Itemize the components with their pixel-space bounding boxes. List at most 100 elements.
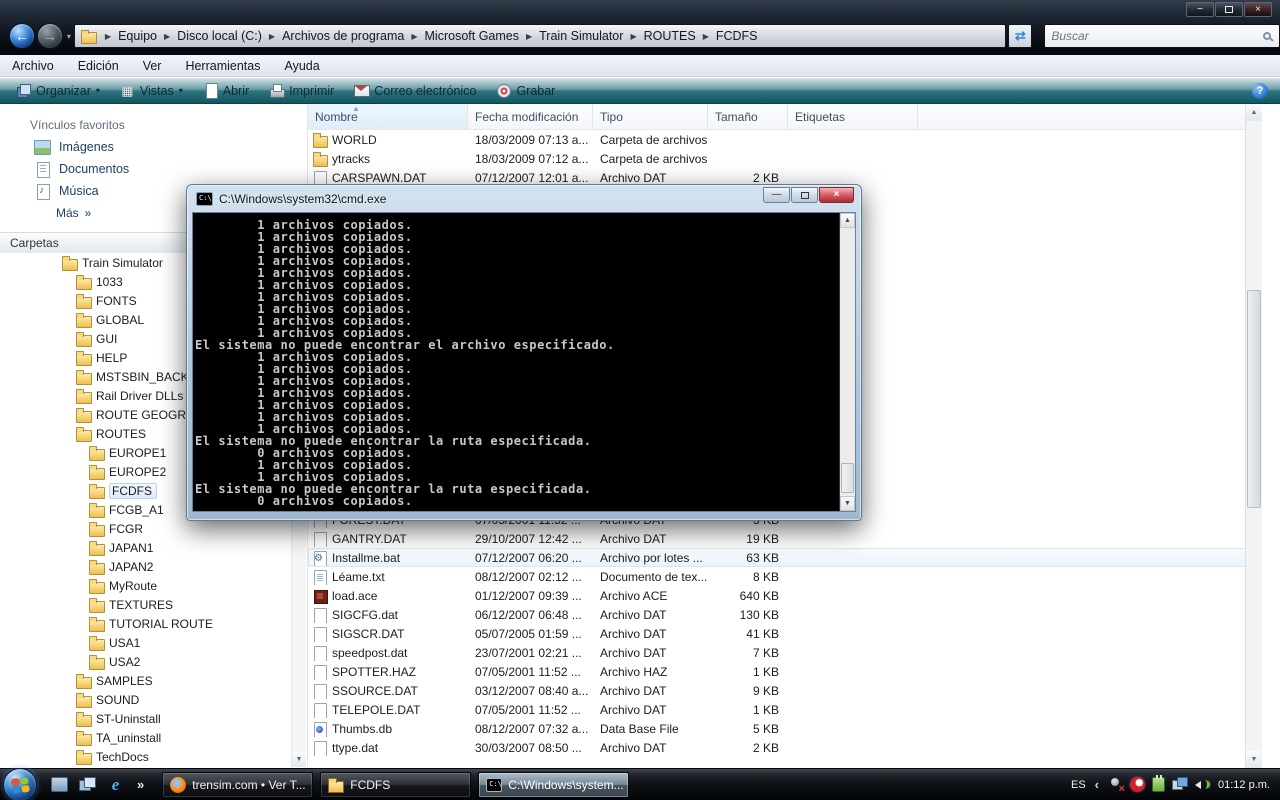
cmd-close-button[interactable]: ×	[819, 187, 854, 203]
tray-icon[interactable]	[1130, 777, 1145, 792]
toolbar-button[interactable]: Imprimir ▾	[259, 80, 344, 102]
table-row[interactable]: SIGSCR.DAT 05/07/2005 01:59 ... Archivo …	[308, 624, 1262, 643]
search-input[interactable]	[1051, 29, 1263, 43]
tree-item[interactable]: TEXTURES	[0, 595, 290, 614]
minimize-button[interactable]: −	[1186, 2, 1214, 17]
breadcrumb[interactable]: ▶ Equipo ▶ Disco local (C:) ▶ Archivos d…	[74, 24, 1006, 48]
quick-launch-icon[interactable]	[79, 777, 96, 792]
tree-item[interactable]: JAPAN2	[0, 557, 290, 576]
tree-item[interactable]: SAMPLES	[0, 671, 290, 690]
tree-item[interactable]: JAPAN1	[0, 538, 290, 557]
toolbar-button[interactable]: Grabar ▾	[486, 80, 565, 102]
tree-item[interactable]: TA_uninstall	[0, 728, 290, 747]
toolbar-button[interactable]: Organizar ▾	[6, 80, 110, 102]
breadcrumb-item[interactable]: ▶ ROUTES	[623, 29, 695, 43]
menu-item[interactable]: Ayuda	[272, 55, 331, 76]
history-dropdown-icon[interactable]: ▾	[67, 32, 71, 41]
scroll-down-icon[interactable]: ▼	[1246, 751, 1262, 768]
scrollbar-thumb[interactable]	[841, 463, 854, 493]
breadcrumb-item[interactable]: ▶ Archivos de programa	[262, 29, 404, 43]
column-header-name[interactable]: ▲ Nombre	[308, 104, 468, 129]
menu-item[interactable]: Ver	[131, 55, 174, 76]
table-row[interactable]: Installme.bat 07/12/2007 06:20 ... Archi…	[308, 548, 1262, 567]
taskbar-button[interactable]: C:\Windows\system...	[478, 772, 629, 798]
search-icon[interactable]	[1263, 32, 1271, 40]
folder-icon	[89, 598, 104, 611]
breadcrumb-item[interactable]: ▶ Equipo	[98, 29, 157, 43]
column-header-type[interactable]: Tipo	[593, 104, 708, 129]
table-row[interactable]: SIGCFG.dat 06/12/2007 06:48 ... Archivo …	[308, 605, 1262, 624]
tree-item[interactable]: MyRoute	[0, 576, 290, 595]
list-scrollbar[interactable]: ▲ ▼	[1245, 104, 1262, 768]
cmd-titlebar[interactable]: C:\Windows\system32\cmd.exe — ×	[192, 185, 856, 212]
back-button[interactable]: ←	[9, 23, 35, 49]
maximize-button[interactable]	[1215, 2, 1243, 17]
start-button[interactable]	[3, 768, 37, 800]
tree-item[interactable]: USA2	[0, 652, 290, 671]
tray-icon[interactable]	[1152, 777, 1165, 792]
refresh-button[interactable]: ⇄	[1008, 24, 1032, 48]
chevron-overflow-icon[interactable]: »	[137, 777, 144, 792]
table-row[interactable]: speedpost.dat 23/07/2001 02:21 ... Archi…	[308, 643, 1262, 662]
quick-launch-icon[interactable]	[107, 777, 124, 792]
file-type: Archivo DAT	[593, 741, 708, 755]
tray-icon[interactable]	[1108, 777, 1123, 792]
file-icon	[312, 550, 328, 566]
language-indicator[interactable]: ES	[1071, 779, 1086, 791]
table-row[interactable]: GANTRY.DAT 29/10/2007 12:42 ... Archivo …	[308, 529, 1262, 548]
breadcrumb-item[interactable]: ▶ Microsoft Games	[404, 29, 519, 43]
chevron-collapse-icon[interactable]: ‹	[1095, 777, 1099, 792]
taskbar: » trensim.com • Ver T... FCDFS C:\Window…	[0, 768, 1280, 800]
breadcrumb-item[interactable]: ▶ Train Simulator	[519, 29, 623, 43]
scroll-down-icon[interactable]: ▼	[292, 752, 306, 767]
console-scrollbar[interactable]: ▲ ▼	[839, 213, 855, 511]
column-header-date[interactable]: Fecha modificación	[468, 104, 593, 129]
quick-launch-icon[interactable]	[51, 777, 68, 792]
tree-item[interactable]: TUTORIAL ROUTE	[0, 614, 290, 633]
tree-item[interactable]: SOUND	[0, 690, 290, 709]
tree-item[interactable]: FCGR	[0, 519, 290, 538]
menu-item[interactable]: Herramientas	[173, 55, 272, 76]
table-row[interactable]: ttype.dat 30/03/2007 08:50 ... Archivo D…	[308, 738, 1262, 757]
menu-item[interactable]: Edición	[66, 55, 131, 76]
breadcrumb-item[interactable]: ▶ Disco local (C:)	[157, 29, 262, 43]
scroll-up-icon[interactable]: ▲	[1246, 104, 1262, 121]
table-row[interactable]: Thumbs.db 08/12/2007 07:32 a... Data Bas…	[308, 719, 1262, 738]
cmd-minimize-button[interactable]: —	[763, 187, 790, 203]
favorite-link[interactable]: Documentos	[0, 158, 307, 180]
table-row[interactable]: SPOTTER.HAZ 07/05/2001 11:52 ... Archivo…	[308, 662, 1262, 681]
table-row[interactable]: Léame.txt 08/12/2007 02:12 ... Documento…	[308, 567, 1262, 586]
taskbar-button[interactable]: trensim.com • Ver T...	[162, 772, 313, 798]
toolbar-button[interactable]: Vistas ▾	[110, 80, 193, 102]
cmd-maximize-button[interactable]	[791, 187, 818, 203]
help-button[interactable]: ?	[1252, 83, 1268, 99]
breadcrumb-separator-icon: ▶	[262, 32, 282, 41]
tree-item[interactable]: TechDocs	[0, 747, 290, 766]
console[interactable]: 1 archivos copiados. 1 archivos copiados…	[192, 212, 856, 512]
taskbar-clock[interactable]: 01:12 p.m.	[1218, 779, 1270, 791]
toolbar-button[interactable]: Correo electrónico ▾	[344, 80, 486, 102]
favorite-link[interactable]: Imágenes	[0, 136, 307, 158]
forward-button[interactable]: →	[37, 23, 63, 49]
table-row[interactable]: SSOURCE.DAT 03/12/2007 08:40 a... Archiv…	[308, 681, 1262, 700]
table-row[interactable]: load.ace 01/12/2007 09:39 ... Archivo AC…	[308, 586, 1262, 605]
column-header-size[interactable]: Tamaño	[708, 104, 788, 129]
toolbar-button[interactable]: Abrir ▾	[193, 80, 259, 102]
system-tray: ES ‹ 01:12 p.m.	[1071, 777, 1280, 792]
cmd-window[interactable]: C:\Windows\system32\cmd.exe — × 1 archiv…	[186, 184, 862, 521]
scrollbar-thumb[interactable]	[1247, 290, 1261, 508]
taskbar-button[interactable]: FCDFS	[320, 772, 471, 798]
table-row[interactable]: WORLD 18/03/2009 07:13 a... Carpeta de a…	[308, 130, 1262, 149]
column-header-tags[interactable]: Etiquetas	[788, 104, 918, 129]
table-row[interactable]: TELEPOLE.DAT 07/05/2001 11:52 ... Archiv…	[308, 700, 1262, 719]
tray-icon[interactable]	[1172, 777, 1187, 792]
breadcrumb-item[interactable]: ▶ FCDFS	[696, 29, 758, 43]
tree-item[interactable]: USA1	[0, 633, 290, 652]
menu-item[interactable]: Archivo	[0, 55, 66, 76]
tree-item[interactable]: ST-Uninstall	[0, 709, 290, 728]
table-row[interactable]: ytracks 18/03/2009 07:12 a... Carpeta de…	[308, 149, 1262, 168]
close-button[interactable]: ×	[1244, 2, 1272, 17]
scroll-up-icon[interactable]: ▲	[840, 213, 855, 228]
scroll-down-icon[interactable]: ▼	[840, 496, 855, 511]
tray-icon[interactable]	[1194, 777, 1209, 792]
